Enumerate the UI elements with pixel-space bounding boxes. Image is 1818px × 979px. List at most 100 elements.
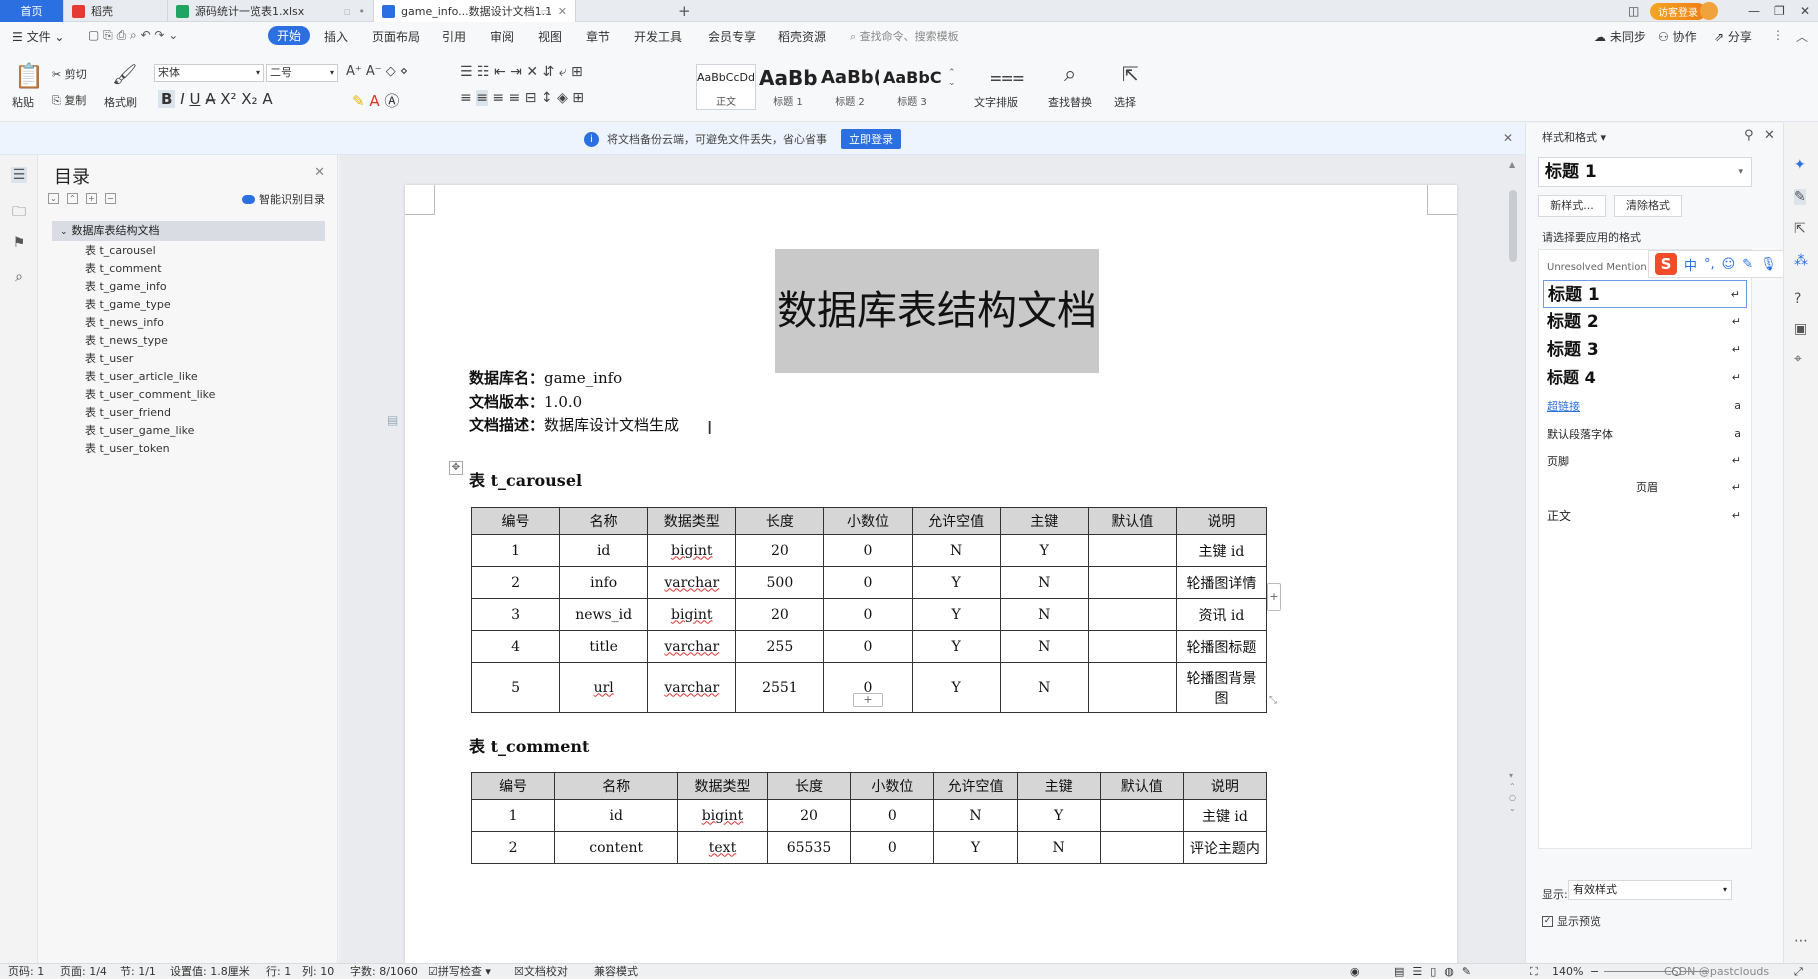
table-move-handle-icon[interactable]: ✥ — [449, 461, 463, 475]
resize-icon[interactable]: ⤡ — [1269, 695, 1277, 706]
expand-all-icon[interactable]: ⌃ — [67, 193, 78, 204]
search-icon[interactable]: ⌕ — [11, 269, 27, 285]
table-header-cell[interactable]: 数据类型 — [647, 507, 737, 535]
table-cell[interactable]: 1 — [470, 799, 556, 832]
close-icon[interactable]: ✕ — [314, 165, 325, 180]
table-cell[interactable]: 轮播图标题 — [1175, 630, 1268, 663]
table-cell[interactable]: 20 — [735, 598, 825, 631]
close-icon[interactable]: ✕ — [1764, 128, 1775, 143]
help-icon[interactable]: ? — [1794, 291, 1801, 307]
table-cell[interactable]: 1 — [470, 534, 561, 567]
show-select[interactable]: 有效样式 ▾ — [1568, 880, 1732, 900]
alignment-icons[interactable]: ≡ ≡ ≡ ≡ ⊟ ↕ ◈ ⊞ — [460, 90, 584, 106]
table-cell[interactable]: id — [559, 534, 649, 567]
toc-item[interactable]: 表 t_user — [85, 350, 133, 368]
table-cell[interactable]: info — [559, 566, 649, 599]
table-header-cell[interactable]: 名称 — [554, 772, 679, 800]
restore-icon[interactable]: ❐ — [1774, 0, 1785, 22]
table-cell[interactable]: Y — [911, 566, 1001, 599]
table-cell[interactable] — [1087, 534, 1177, 567]
float-icon[interactable]: ▭ — [541, 5, 551, 18]
table-cell[interactable]: Y — [933, 831, 1018, 864]
pin-icon[interactable]: ⚲ — [1744, 128, 1754, 143]
status-words[interactable]: 字数: 8/1060 — [350, 964, 418, 979]
image-icon[interactable]: ▣ — [1794, 321, 1807, 337]
table-header-cell[interactable]: 名称 — [559, 507, 649, 535]
find-replace-button[interactable]: 查找替换 — [1048, 94, 1092, 110]
layout-icon[interactable]: ◫ — [1628, 0, 1639, 22]
close-icon[interactable]: ✕ — [1503, 131, 1513, 145]
style-list-item[interactable]: 标题 2 ↵ — [1543, 308, 1747, 336]
table-cell[interactable]: 0 — [823, 630, 913, 663]
table-header-cell[interactable]: 数据类型 — [677, 772, 768, 800]
table-cell[interactable]: 0 — [823, 566, 913, 599]
table-cell[interactable] — [1087, 598, 1177, 631]
location-icon[interactable]: ⌖ — [1794, 351, 1802, 367]
select-button[interactable]: 选择 — [1114, 94, 1136, 110]
table-header-cell[interactable]: 小数位 — [850, 772, 935, 800]
select-arrow-icon[interactable]: ⇱ — [1794, 221, 1806, 237]
toc-item[interactable]: 表 t_user_comment_like — [85, 386, 215, 404]
table-cell[interactable]: news_id — [559, 598, 649, 631]
table-header-cell[interactable]: 主键 — [1016, 772, 1101, 800]
toc-item[interactable]: 表 t_carousel — [85, 242, 156, 260]
table-cell[interactable]: Y — [1016, 799, 1101, 832]
minimize-icon[interactable]: — — [1748, 0, 1760, 22]
new-style-button[interactable]: 新样式... — [1538, 195, 1606, 217]
add-icon[interactable]: + — [86, 193, 97, 204]
menu-reference[interactable]: 引用 — [442, 28, 466, 45]
table-cell[interactable] — [1099, 799, 1184, 832]
text-layout-button[interactable]: 文字排版 — [974, 94, 1018, 110]
scroll-thumb[interactable] — [1509, 190, 1517, 262]
table-cell[interactable]: N — [911, 534, 1001, 567]
table-cell[interactable] — [1099, 831, 1184, 864]
status-setting[interactable]: 设置值: 1.8厘米 — [170, 964, 250, 979]
table-header-cell[interactable]: 编号 — [470, 507, 561, 535]
vertical-scrollbar[interactable]: ▲ ▾ ⌃ ○ ⌄ — [1507, 160, 1519, 950]
menu-insert[interactable]: 插入 — [324, 28, 348, 45]
table-cell[interactable]: title — [559, 630, 649, 663]
fullscreen-icon[interactable]: ⤢ — [1794, 964, 1803, 979]
status-pages[interactable]: 页面: 1/4 — [60, 964, 107, 979]
toc-item[interactable]: 表 t_news_type — [85, 332, 168, 350]
table-header-cell[interactable]: 允许空值 — [911, 507, 1001, 535]
close-icon[interactable]: ✕ — [558, 5, 567, 18]
status-section[interactable]: 节: 1/1 — [120, 964, 156, 979]
table-cell[interactable]: 评论主题内 — [1182, 831, 1268, 864]
table-cell[interactable]: id — [554, 799, 679, 832]
table-cell[interactable]: 0 — [823, 534, 913, 567]
add-row-button[interactable]: + — [853, 693, 883, 707]
table-cell[interactable]: 0 — [823, 598, 913, 631]
table-cell[interactable]: 资讯 id — [1175, 598, 1268, 631]
style-list-item[interactable]: 页眉 ↵ — [1543, 474, 1747, 502]
style-list-item[interactable]: 页脚 ↵ — [1543, 447, 1747, 475]
quick-access-icons[interactable]: ▢ ⎘ ⎙ ⌕ ↶ ↷ ⌄ — [88, 28, 178, 43]
menu-member[interactable]: 会员专享 — [708, 28, 756, 45]
page-nav-icons[interactable]: ▾ ⌃ ○ ⌄ — [1509, 770, 1516, 814]
table-cell[interactable]: content — [554, 831, 679, 864]
apps-icon[interactable]: ⁂ — [1794, 253, 1808, 269]
font-family-select[interactable]: 宋体 ▾ — [154, 64, 264, 82]
list-icons[interactable]: ☰ ☷ ⇤ ⇥ ✕ ⇵ ⤶ ⊞ — [460, 64, 583, 80]
clear-format-button[interactable]: 清除格式 — [1614, 195, 1682, 217]
find-icon[interactable]: ⌕ — [1064, 62, 1076, 87]
table-cell[interactable]: varchar — [647, 662, 737, 713]
table-cell[interactable]: N — [999, 598, 1089, 631]
sync-button[interactable]: ☁ 未同步 — [1594, 28, 1646, 45]
style-list-item[interactable]: 标题 3 ↵ — [1543, 336, 1747, 364]
ai-icon[interactable]: ✦ — [1794, 157, 1806, 173]
scroll-up-icon[interactable]: ▲ — [1509, 160, 1515, 169]
add-column-button[interactable]: + — [1267, 583, 1281, 611]
styles-panel-title[interactable]: 样式和格式 ▾ — [1542, 129, 1606, 145]
tab-docer[interactable]: 稻壳 — [64, 0, 168, 22]
paste-button[interactable]: 粘贴 — [12, 94, 34, 110]
format-painter-button[interactable]: 格式刷 — [104, 94, 137, 110]
tab-home[interactable]: 首页 — [0, 0, 64, 22]
table-cell[interactable] — [1087, 566, 1177, 599]
table-cell[interactable]: N — [999, 566, 1089, 599]
outline-icon[interactable]: ☰ — [11, 167, 27, 183]
table-header-cell[interactable]: 编号 — [470, 772, 556, 800]
menu-docer-resource[interactable]: 稻壳资源 — [778, 28, 826, 45]
toc-item[interactable]: 表 t_game_type — [85, 296, 171, 314]
view-mode-icons[interactable]: ▤☰▯◍✎ — [1394, 964, 1479, 979]
